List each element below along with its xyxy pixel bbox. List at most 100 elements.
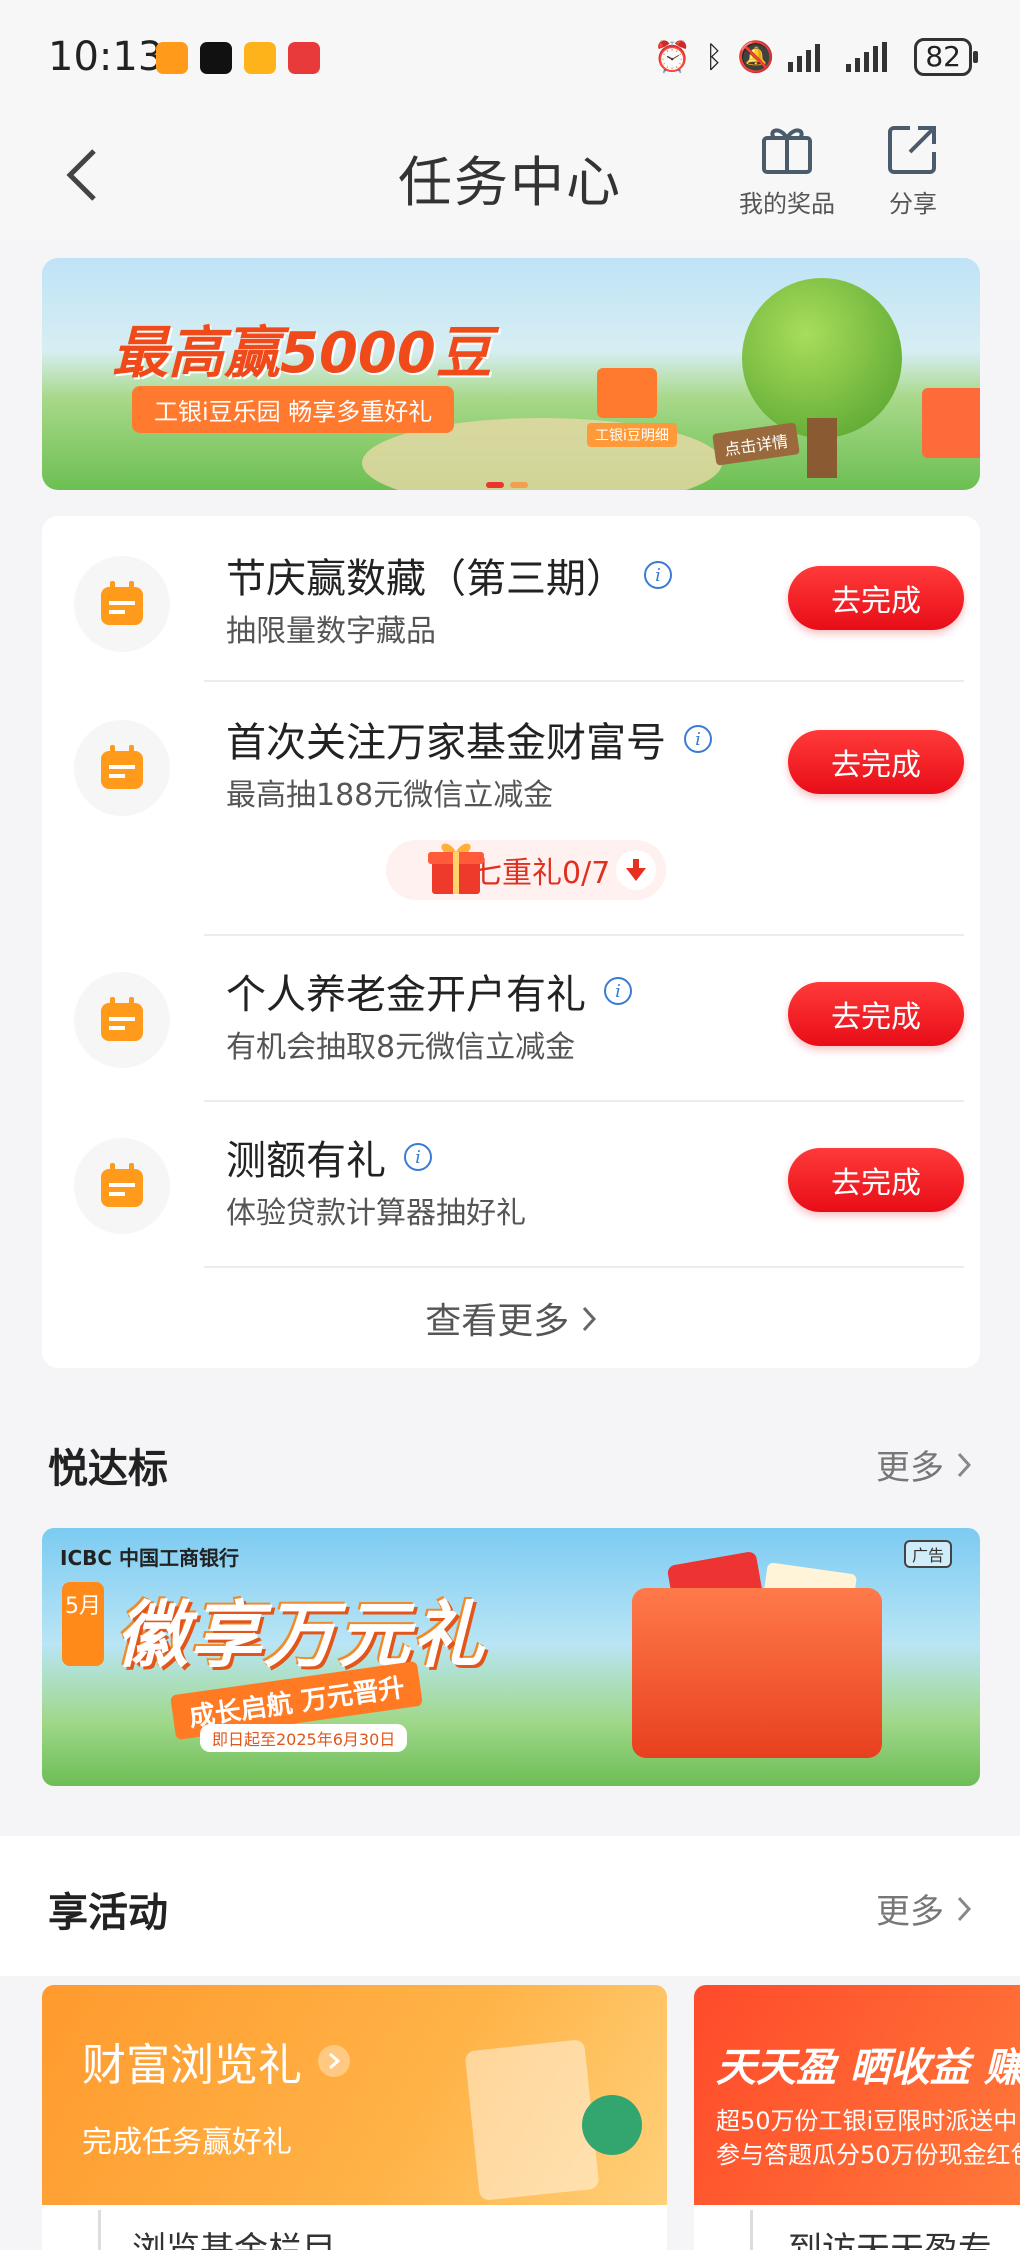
chevron-right-icon — [957, 1452, 972, 1477]
share-label: 分享 — [889, 190, 937, 218]
divider — [204, 1100, 964, 1102]
complete-task-button[interactable]: 去完成 — [788, 730, 964, 794]
mute-icon: 🔕 — [737, 39, 775, 75]
task-icon-wrap — [74, 556, 170, 652]
gift-box-icon — [428, 843, 484, 894]
task-icon-wrap — [74, 972, 170, 1068]
section-more-link[interactable]: 更多 — [876, 1440, 972, 1489]
task-title: 节庆赢数藏（第三期） i — [226, 546, 672, 604]
battery-indicator: 82 — [914, 38, 978, 76]
my-prizes-button[interactable]: 我的奖品 — [732, 122, 842, 219]
task-title: 测额有礼 i — [226, 1128, 432, 1186]
seven-gift-label: 七重礼0/7 — [472, 856, 611, 891]
activity-card-line: 参与答题瓜分50万份现金红包 — [716, 2141, 1020, 2169]
gift-box-illustration — [597, 368, 657, 418]
section-title-activity: 享活动 — [48, 1890, 168, 1936]
banner-board: 点击详情 — [712, 422, 800, 466]
ad-date: 即日起至2025年6月30日 — [200, 1724, 408, 1752]
divider — [204, 680, 964, 682]
info-icon[interactable]: i — [684, 725, 712, 753]
chevron-right-icon — [318, 2045, 350, 2077]
activity-card-tiantianying[interactable]: 天天盈 晒收益 赚 超50万份工银i豆限时派送中 参与答题瓜分50万份现金红包 — [694, 1985, 1020, 2205]
task-list-card: 节庆赢数藏（第三期） i 抽限量数字藏品 去完成 首次关注万家基金财富号 i 最… — [42, 516, 980, 1368]
app-notification-icon — [156, 42, 188, 74]
carousel-dot — [510, 482, 528, 488]
activity-card-title-text: 财富浏览礼 — [82, 2040, 302, 2091]
timeline-line — [98, 2210, 101, 2250]
calendar-icon — [101, 997, 143, 1041]
nav-header: 任务中心 我的奖品 分享 — [0, 110, 1020, 240]
ad-banner[interactable]: ICBC 中国工商银行 广告 5月 徽享万元礼 成长启航 万元晋升 即日起至20… — [42, 1528, 980, 1786]
bank-logo: ICBC 中国工商银行 — [60, 1546, 240, 1570]
task-subtitle: 体验贷款计算器抽好礼 — [226, 1196, 526, 1231]
calendar-icon — [101, 581, 143, 625]
status-bar: 10:13 ⏰ ᛒ 🔕 82 — [0, 0, 1020, 110]
shop-illustration — [922, 388, 980, 458]
task-subtitle: 有机会抽取8元微信立减金 — [226, 1030, 576, 1065]
see-more-label: 查看更多 — [425, 1301, 570, 1342]
complete-task-button[interactable]: 去完成 — [788, 1148, 964, 1212]
task-subtitle: 抽限量数字藏品 — [226, 614, 436, 649]
activity-card-wealth-browse[interactable]: 财富浏览礼 完成任务赢好礼 — [42, 1985, 667, 2205]
my-prizes-label: 我的奖品 — [739, 190, 835, 218]
signal-icon — [788, 44, 821, 72]
carousel-dot-active — [486, 482, 504, 488]
tiktok-icon — [200, 42, 232, 74]
banner-subtitle: 工银i豆乐园 畅享多重好礼 — [132, 386, 455, 433]
complete-task-button[interactable]: 去完成 — [788, 566, 964, 630]
person-illustration — [582, 2095, 642, 2155]
promo-banner[interactable]: 最高赢5000豆 工银i豆乐园 畅享多重好礼 工银i豆明细 点击详情 — [42, 258, 980, 490]
calendar-icon — [101, 745, 143, 789]
section-title-yue: 悦达标 — [48, 1446, 168, 1492]
more-label: 更多 — [876, 1892, 944, 1932]
ad-tag: 广告 — [903, 1540, 952, 1568]
task-title-text: 节庆赢数藏（第三期） — [226, 556, 626, 602]
task-title-text: 个人养老金开户有礼 — [226, 972, 586, 1018]
task-title: 个人养老金开户有礼 i — [226, 962, 632, 1020]
complete-task-button[interactable]: 去完成 — [788, 982, 964, 1046]
see-more-link[interactable]: 查看更多 — [42, 1292, 980, 1344]
ad-month-badge: 5月 — [62, 1582, 104, 1666]
calendar-icon — [101, 1163, 143, 1207]
activity-card-line: 超50万份工银i豆限时派送中 — [716, 2107, 1018, 2135]
more-label: 更多 — [876, 1448, 944, 1488]
task-title: 首次关注万家基金财富号 i — [226, 710, 712, 768]
activity-card-title: 天天盈 晒收益 赚 — [716, 2045, 1020, 2091]
info-icon[interactable]: i — [644, 561, 672, 589]
app-notification-icon — [244, 42, 276, 74]
carousel-indicator — [486, 482, 528, 488]
section-more-link[interactable]: 更多 — [876, 1884, 972, 1933]
activity-card-footer-text: 到访天天盈专 — [788, 2230, 992, 2250]
signal-icon — [846, 42, 888, 72]
info-icon[interactable]: i — [604, 977, 632, 1005]
task-title-text: 测额有礼 — [226, 1138, 386, 1184]
chevron-right-icon — [957, 1896, 972, 1921]
timeline-line — [750, 2210, 753, 2250]
activity-card-subtitle: 完成任务赢好礼 — [82, 2125, 292, 2160]
share-button[interactable]: 分享 — [858, 122, 968, 219]
task-title-text: 首次关注万家基金财富号 — [226, 720, 666, 766]
bluetooth-icon: ᛒ — [705, 39, 723, 75]
shopping-app-icon — [288, 42, 320, 74]
gift-icon — [762, 128, 812, 174]
status-indicators: ⏰ ᛒ 🔕 82 — [654, 38, 978, 76]
ad-headline: 徽享万元礼 — [116, 1593, 487, 1677]
activity-card-title: 财富浏览礼 — [82, 2029, 350, 2093]
tree-illustration — [742, 278, 902, 438]
chevron-right-icon — [582, 1306, 596, 1332]
divider — [204, 1266, 964, 1268]
document-illustration — [464, 2039, 600, 2201]
share-icon — [888, 126, 936, 174]
seven-gift-toggle[interactable]: 七重礼0/7 — [386, 840, 666, 900]
gift-box-illustration — [632, 1588, 882, 1758]
info-icon[interactable]: i — [404, 1143, 432, 1171]
tree-trunk-illustration — [807, 418, 837, 478]
banner-sign: 工银i豆明细 — [587, 423, 677, 447]
task-subtitle: 最高抽188元微信立减金 — [226, 778, 554, 813]
status-time: 10:13 — [48, 34, 164, 80]
activity-card-footer-text: 浏览基金栏目 — [132, 2230, 336, 2250]
expand-arrow-icon — [616, 850, 656, 890]
divider — [204, 934, 964, 936]
task-icon-wrap — [74, 720, 170, 816]
banner-headline: 最高赢5000豆 — [112, 321, 492, 386]
